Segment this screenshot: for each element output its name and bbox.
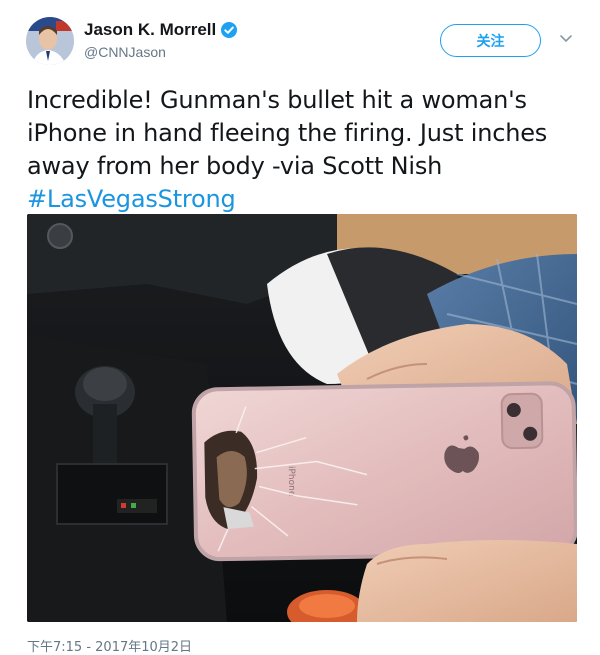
follow-button[interactable]: 关注: [440, 24, 541, 57]
hashtag-link[interactable]: #LasVegasStrong: [27, 185, 236, 213]
tweet-header: Jason K. Morrell @CNNJason 关注: [0, 0, 600, 76]
tweet-body: Incredible! Gunman's bullet hit a woman'…: [27, 86, 548, 180]
avatar-photo: [26, 17, 74, 65]
phone-engraving: iPhone: [286, 466, 297, 497]
tweet-text: Incredible! Gunman's bullet hit a woman'…: [27, 84, 582, 216]
author-display-name[interactable]: Jason K. Morrell: [84, 20, 216, 40]
avatar[interactable]: [26, 17, 74, 65]
verified-badge-icon: [221, 22, 237, 38]
tweet-photo[interactable]: iPhone: [27, 214, 577, 622]
author-handle[interactable]: @CNNJason: [84, 44, 166, 60]
photo-image: iPhone: [27, 214, 577, 622]
chevron-down-icon[interactable]: [559, 34, 573, 44]
tweet-timestamp[interactable]: 下午7:15 - 2017年10月2日: [27, 636, 192, 655]
